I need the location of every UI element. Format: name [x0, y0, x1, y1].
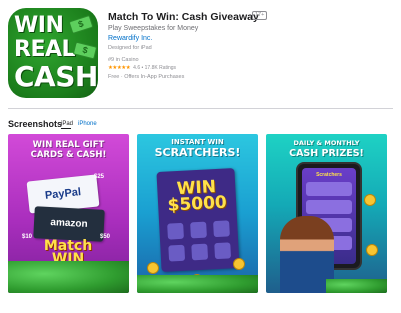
- section-divider: [8, 108, 393, 109]
- scratch-card-image: WIN $5000: [156, 168, 240, 272]
- developer-link[interactable]: Rewardify Inc.: [108, 35, 152, 42]
- age-rating-badge: 17+: [252, 11, 268, 20]
- app-subtitle: Play Sweepstakes for Money: [108, 25, 199, 32]
- dollar-bill-icon: $: [68, 14, 94, 35]
- screenshots-heading: Screenshots: [8, 119, 63, 129]
- coin-icon: [233, 258, 245, 270]
- screenshot-2[interactable]: INSTANT WIN SCRATCHERS! WIN $5000: [137, 134, 258, 293]
- coin-icon: [147, 262, 159, 274]
- scratch-cell: [190, 221, 207, 239]
- rating-row: ★★★★★ 4.6 • 17.8K Ratings: [108, 65, 176, 71]
- cash-pile-image: [326, 279, 387, 293]
- scratch-cell: [214, 242, 232, 260]
- cash-pile-image: [137, 275, 258, 293]
- app-icon-text-cash: CASH: [14, 60, 98, 93]
- app-title: Match To Win: Cash Giveaway: [108, 11, 259, 23]
- price-label: Free · Offers In-App Purchases: [108, 74, 185, 80]
- tab-ipad[interactable]: iPad: [61, 121, 73, 127]
- ratings-count: 4.6 • 17.8K Ratings: [133, 65, 177, 71]
- screenshot-headline: CASH PRIZES!: [289, 148, 364, 159]
- star-rating-icon: ★★★★★: [108, 65, 131, 71]
- screenshot-headline-top: DAILY & MONTHLY: [293, 139, 360, 147]
- tab-selected-indicator: [61, 128, 71, 129]
- designed-for-label: Designed for iPad: [108, 45, 152, 51]
- scratch-cell: [168, 244, 186, 262]
- coin-icon: [364, 194, 376, 206]
- screenshot-headline: WIN REAL GIFT CARDS & CASH!: [30, 140, 107, 160]
- scratch-cell: [167, 222, 184, 240]
- scratch-cell: [191, 243, 209, 261]
- win-amount: $5000: [167, 192, 228, 216]
- app-icon-text-real: REAL: [14, 37, 76, 62]
- dollar-bill-icon: $: [72, 41, 98, 60]
- coin-icon: [366, 244, 378, 256]
- amazon-gift-card: amazon: [33, 206, 105, 242]
- screen-title: Scratchers: [316, 172, 342, 178]
- screenshot-headline: SCRATCHERS!: [154, 146, 241, 159]
- amount-badge: $25: [94, 174, 105, 180]
- screenshot-1[interactable]: WIN REAL GIFT CARDS & CASH! PayPal $25 a…: [8, 134, 129, 293]
- tab-iphone[interactable]: iPhone: [78, 121, 97, 127]
- cash-pile-image: [8, 261, 129, 293]
- app-icon: WIN REAL CASH $ $: [8, 8, 98, 98]
- list-item: [306, 200, 352, 214]
- app-icon-text-win: WIN: [14, 13, 64, 38]
- scratch-cell: [213, 220, 230, 238]
- category-rank[interactable]: #9 in Casino: [108, 57, 139, 63]
- screenshot-3[interactable]: DAILY & MONTHLY CASH PRIZES! Scratchers: [266, 134, 387, 293]
- list-item: [306, 182, 352, 196]
- win-amount-text: WIN $5000: [157, 177, 237, 216]
